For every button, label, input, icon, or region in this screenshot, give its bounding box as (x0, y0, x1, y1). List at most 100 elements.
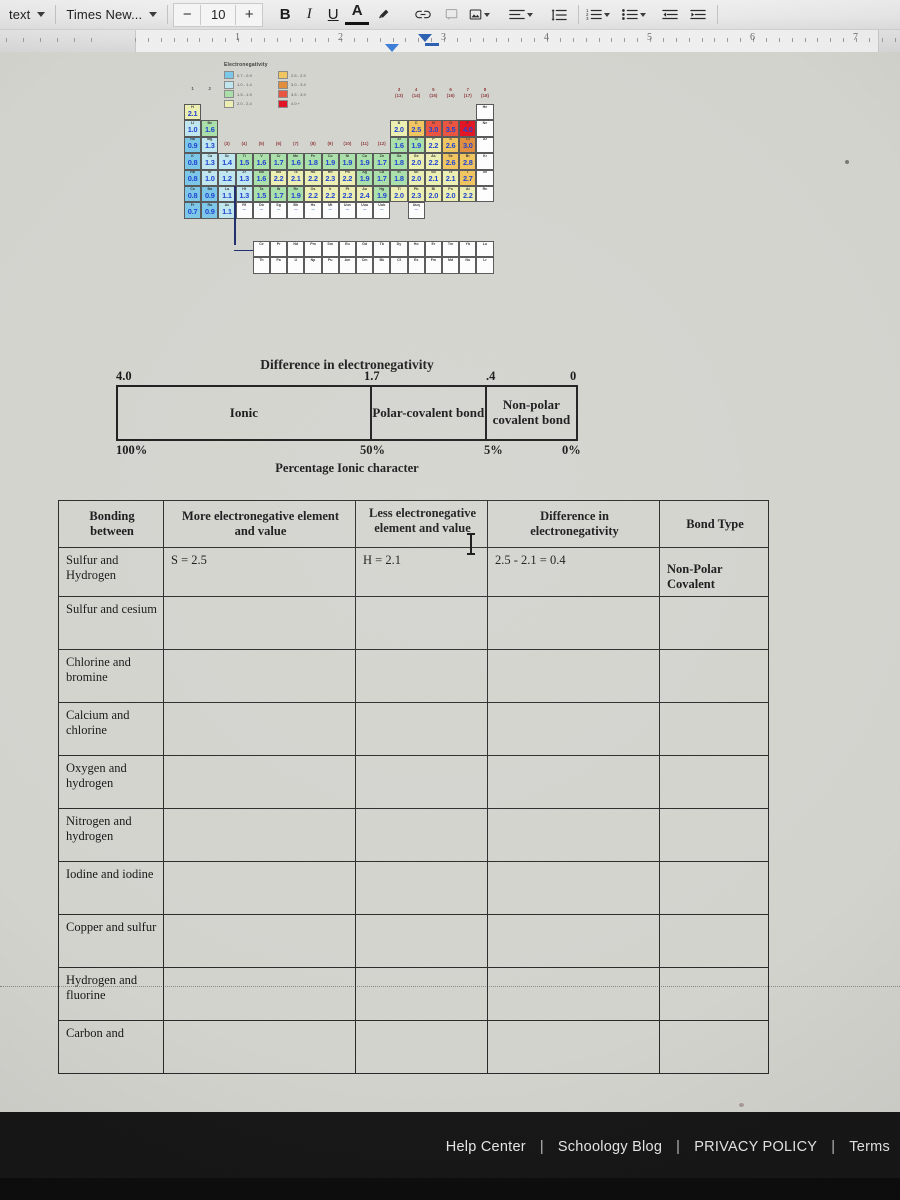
row-cell-difference[interactable] (487, 702, 660, 757)
bulleted-list-icon[interactable] (620, 4, 648, 26)
row-cell-more[interactable] (163, 914, 356, 969)
table-row[interactable]: Hydrogen and fluorine (58, 967, 769, 1022)
row-cell-difference[interactable] (487, 1020, 660, 1075)
table-row[interactable]: Carbon and (58, 1020, 769, 1075)
row-cell-less[interactable] (355, 1020, 488, 1075)
electronegativity-periodic-table-image[interactable]: Electronegativity 0.7 - 0.9 1.0 - 1.4 1.5 … (180, 62, 525, 312)
group-label: (3) (224, 140, 230, 146)
element-cell: Sr 1.0 (201, 169, 219, 186)
row-cell-bonding[interactable]: Hydrogen and fluorine (58, 967, 164, 1022)
footer-link-privacy[interactable]: PRIVACY POLICY (688, 1139, 823, 1155)
row-cell-less[interactable] (355, 967, 488, 1022)
row-cell-less[interactable] (355, 861, 488, 916)
row-cell-bonding[interactable]: Iodine and iodine (58, 861, 164, 916)
table-row[interactable]: Sulfur and cesium (58, 596, 769, 651)
row-cell-bonding[interactable]: Calcium and chlorine (58, 702, 164, 757)
table-row[interactable]: Copper and sulfur (58, 914, 769, 969)
table-row[interactable]: Chlorine and bromine (58, 649, 769, 704)
row-cell-bonding[interactable]: Sulfur and Hydrogen (58, 546, 164, 598)
footer-link-help-center[interactable]: Help Center (440, 1139, 532, 1155)
row-cell-less[interactable] (355, 702, 488, 757)
row-cell-bonding[interactable]: Sulfur and cesium (58, 596, 164, 651)
row-cell-difference[interactable] (487, 596, 660, 651)
image-icon[interactable] (465, 4, 493, 26)
element-cell: Zr 1.3 (235, 169, 253, 186)
left-indent-marker[interactable] (425, 43, 439, 46)
row-cell-bond-type[interactable] (659, 649, 769, 704)
font-family-dropdown[interactable]: Times New... (61, 3, 162, 27)
ruler-tick (40, 38, 41, 42)
comment-icon[interactable] (437, 4, 465, 26)
row-cell-bond-type[interactable] (659, 596, 769, 651)
first-line-indent-marker[interactable] (418, 34, 432, 42)
font-size-increase-button[interactable]: + (236, 5, 262, 25)
increase-indent-icon[interactable] (684, 4, 712, 26)
row-cell-difference[interactable] (487, 649, 660, 704)
row-cell-bond-type[interactable] (659, 755, 769, 810)
row-cell-bonding[interactable]: Nitrogen and hydrogen (58, 808, 164, 863)
row-cell-more[interactable] (163, 808, 356, 863)
row-cell-bond-type[interactable] (659, 914, 769, 969)
row-cell-difference[interactable] (487, 808, 660, 863)
row-cell-bond-type[interactable]: Non-Polar Covalent (659, 546, 769, 598)
element-cell: Er (424, 240, 442, 258)
ruler-tick (160, 38, 162, 42)
row-cell-bond-type[interactable] (659, 808, 769, 863)
link-icon[interactable] (409, 4, 437, 26)
row-cell-bond-type[interactable] (659, 702, 769, 757)
row-cell-less[interactable] (355, 914, 488, 969)
row-cell-less[interactable] (355, 808, 488, 863)
row-cell-more[interactable] (163, 702, 356, 757)
bold-button[interactable]: B (273, 6, 297, 23)
row-cell-more[interactable] (163, 755, 356, 810)
paragraph-style-dropdown[interactable]: text (4, 3, 50, 27)
row-cell-difference[interactable] (487, 755, 660, 810)
table-row[interactable]: Sulfur and Hydrogen S = 2.5 H = 2.1 2.5 - 2… (58, 546, 769, 598)
decrease-indent-icon[interactable] (656, 4, 684, 26)
row-cell-more[interactable] (163, 596, 356, 651)
row-cell-less[interactable] (355, 649, 488, 704)
row-cell-less[interactable] (355, 755, 488, 810)
row-cell-less[interactable] (355, 596, 488, 651)
row-cell-difference[interactable] (487, 914, 660, 969)
line-spacing-icon[interactable] (545, 4, 573, 26)
tab-stop-marker[interactable] (385, 44, 399, 52)
table-row[interactable]: Calcium and chlorine (58, 702, 769, 757)
table-row[interactable]: Nitrogen and hydrogen (58, 808, 769, 863)
footer-link-blog[interactable]: Schoology Blog (552, 1139, 668, 1155)
row-cell-bond-type[interactable] (659, 967, 769, 1022)
row-cell-more[interactable] (163, 861, 356, 916)
row-cell-bonding[interactable]: Copper and sulfur (58, 914, 164, 969)
element-cell: P 2.2 (424, 136, 442, 154)
row-cell-bonding[interactable]: Oxygen and hydrogen (58, 755, 164, 810)
numbered-list-icon[interactable]: 123 (584, 4, 612, 26)
document-ruler[interactable]: 1 2 3 4 5 6 7 (0, 30, 900, 53)
row-cell-more[interactable] (163, 1020, 356, 1075)
row-cell-more[interactable] (163, 967, 356, 1022)
row-cell-difference[interactable]: 2.5 - 2.1 = 0.4 (487, 546, 660, 598)
align-icon[interactable] (507, 4, 535, 26)
table-row[interactable]: Iodine and iodine (58, 861, 769, 916)
row-cell-more[interactable]: S = 2.5 (163, 546, 356, 598)
font-size-value[interactable]: 10 (200, 4, 237, 25)
bonding-worksheet-table[interactable]: Bonding between More electronegative ele… (58, 500, 769, 1075)
row-cell-bond-type[interactable] (659, 861, 769, 916)
ruler-tick (186, 38, 188, 42)
legend-swatch (278, 90, 288, 98)
text-color-button[interactable]: A (345, 3, 370, 25)
italic-button[interactable]: I (297, 6, 321, 23)
row-cell-difference[interactable] (487, 861, 660, 916)
table-row[interactable]: Oxygen and hydrogen (58, 755, 769, 810)
footer-link-terms[interactable]: Terms (843, 1139, 896, 1155)
row-cell-more[interactable] (163, 649, 356, 704)
ruler-tick (302, 38, 304, 42)
document-page[interactable]: Electronegativity 0.7 - 0.9 1.0 - 1.4 1.5 … (0, 52, 900, 1112)
underline-button[interactable]: U (321, 6, 345, 23)
font-size-decrease-button[interactable]: − (174, 5, 200, 25)
font-size-stepper[interactable]: − 10 + (173, 2, 264, 27)
row-cell-bonding[interactable]: Chlorine and bromine (58, 649, 164, 704)
row-cell-bonding[interactable]: Carbon and (58, 1020, 164, 1075)
row-cell-difference[interactable] (487, 967, 660, 1022)
row-cell-bond-type[interactable] (659, 1020, 769, 1075)
highlight-icon[interactable] (369, 4, 397, 26)
